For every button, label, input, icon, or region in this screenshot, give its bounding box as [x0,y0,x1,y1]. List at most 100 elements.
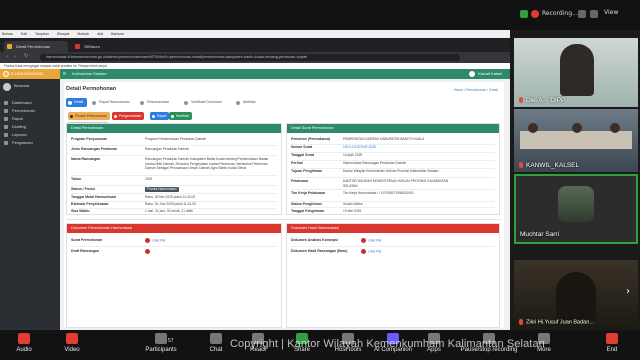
tab-detail[interactable]: Detail [66,98,88,107]
video-off-icon [66,333,78,344]
avatar [558,186,594,222]
file-link[interactable]: Lihat File [361,238,381,243]
url-field[interactable]: harmonisasi-ft.kemenkumham.go.id/admin/p… [40,54,460,61]
back-button[interactable]: Kembali [169,112,192,120]
row-value: 1 hari, 21 jam, 30 menit, 21 detik [145,209,193,213]
detail-row: Tanggal Pengiriman 19 Mei 2025 [291,209,495,214]
menu-item[interactable]: Markah [75,32,89,36]
menu-item[interactable]: Alat [95,32,103,36]
row-value: KANTOR WILAYAH KEMENTERIAN HUKUM PROVINS… [343,179,449,188]
detail-row: Pelaksana KANTOR WILAYAH KEMENTERIAN HUKU… [291,179,495,190]
tab-label: Detail Permohonan [16,44,51,49]
detail-row: Nomor Surat 100.3.2/1307/HK.2025 [291,145,495,153]
sidebar-item-drafting[interactable]: Drafting [4,123,26,130]
button-label: Rapat [157,114,167,118]
sidebar-item-dashboard[interactable]: Dashboard [4,99,32,106]
row-key: Pelaksana [291,179,309,183]
user-menu[interactable]: Kanwil Kalsel [469,69,502,79]
app-brand[interactable]: E-HARMONISASI [0,69,60,79]
sidebar-item-permohonan[interactable]: Permohonan [4,107,35,114]
audio-button[interactable]: Audio [0,333,48,353]
stop-icon[interactable] [590,10,598,18]
person-icon [528,123,538,133]
pdf-icon [145,249,150,254]
sidebar-item-pengaturan[interactable]: Pengaturan [4,139,33,146]
forward-icon[interactable]: › [14,54,16,60]
participant-tile[interactable]: KANWIL_KALSEL [514,109,638,172]
shield-icon[interactable] [520,10,528,18]
row-key: Pemohon (Pemrakarsa) [291,137,331,141]
sidebar-item-label: Laporan [12,132,27,137]
sidebar-item-rapat[interactable]: Rapat [4,115,23,122]
reload-icon[interactable]: ↻ [24,53,28,59]
main-content: Detail Permohonan Home / Permohonan / De… [60,79,510,330]
row-value: Kantor Wilayah Kementerian Hukum Provins… [343,169,439,173]
sidebar-item-laporan[interactable]: Laporan [4,131,27,138]
view-button[interactable]: View [604,9,618,16]
back-icon[interactable]: ‹ [6,54,8,60]
sidebar-item-label: Rapat [12,116,23,121]
detail-row: Status / Posisi Proses Harmonisasi [71,187,277,194]
chevron-right-icon[interactable]: › [626,286,630,297]
participant-video [520,131,632,149]
sidebar-item-beranda[interactable]: Beranda [12,82,29,89]
process-button[interactable]: Proses Permohonan [68,112,110,120]
breadcrumb-item[interactable]: Permohonan [466,88,486,92]
participant-tile[interactable]: Zikri Hi.Yusuf Juan Badan... [514,260,638,328]
favicon-icon [7,44,12,49]
pause-icon[interactable] [578,10,586,18]
participants-button[interactable]: Participants [136,333,186,353]
row-key: Tahun [71,177,82,181]
toolbar-label: Audio [16,347,32,353]
row-value: PEMERINTAH DAERAH KABUPATEN BARITO KUALA [343,137,425,141]
menu-item[interactable]: Edit [19,32,27,36]
breadcrumb-item[interactable]: Home [454,88,463,92]
video-button[interactable]: Video [48,333,96,353]
tab-rapat-harmonisasi[interactable]: Rapat Harmonisasi [92,98,130,107]
zoom-top-bar: Recording... View [0,0,640,30]
panel-title: Dokumen Permohonan Harmonisasi [67,224,281,233]
browser-tab[interactable]: SiKilaum [72,41,132,52]
recording-label: Recording... [542,10,578,17]
detail-row: Jenis Rancangan Peraturan Rancangan Perat… [71,147,277,156]
tab-rekomendasi[interactable]: Rekomendasi [140,98,169,107]
pdf-icon [145,238,150,243]
tab-aktifitas[interactable]: Aktifitas [236,98,256,107]
tab-verifikasi-dokumen[interactable]: Verifikasi Dokumen [184,98,222,107]
undo-icon [114,114,117,118]
toolbar-label: Participants [145,347,177,353]
return-button[interactable]: Pengembalian [112,112,145,120]
button-label: Proses Permohonan [75,114,107,118]
file-link[interactable]: Lihat File [145,238,165,243]
document-row: Dokumen Analisis Konsepsi Lihat File [291,238,495,247]
menu-item[interactable]: Tampilan [33,32,49,36]
mic-muted-icon [519,162,523,169]
row-key: Status / Posisi [71,187,95,191]
calendar-icon [4,117,8,121]
back-icon [171,114,174,118]
check-icon [184,100,188,105]
participant-tile-active[interactable]: Muchtar Sarri [514,174,638,244]
file-link[interactable]: Lihat File [361,249,381,254]
participant-tile[interactable]: Dwi A. - DIPP [514,38,638,107]
gear-icon [70,114,73,118]
menu-item[interactable]: Riwayat [55,32,69,36]
menu-item[interactable]: Bantuan [109,32,124,36]
pdf-icon [361,238,366,243]
document-row: Draft Rancangan [71,249,277,257]
sidebar-item-label: Pengaturan [12,140,33,145]
menu-item[interactable]: Berkas [0,32,13,36]
logo-icon [3,71,9,77]
row-key: Program Penyusunan [71,137,108,141]
row-key: Jenis Rancangan Peraturan [71,147,118,151]
row-value[interactable]: 100.3.2/1307/HK.2025 [343,145,376,150]
meeting-button[interactable]: Rapat [150,112,170,120]
row-value: Harmonisasi Rancangan Peraturan Daerah [343,161,407,165]
app-header: ≡ Kalimantan Selatan Kanwil Kalsel [60,69,510,79]
file-link[interactable] [145,249,152,254]
menu-toggle-icon[interactable]: ≡ [63,71,66,77]
browser-tab-active[interactable]: Detail Permohonan [4,41,68,52]
documents-panel: Dokumen Permohonan Harmonisasi Surat Per… [66,223,282,328]
page-title: Detail Permohonan [66,86,117,92]
row-key: Nomor Surat [291,145,313,149]
